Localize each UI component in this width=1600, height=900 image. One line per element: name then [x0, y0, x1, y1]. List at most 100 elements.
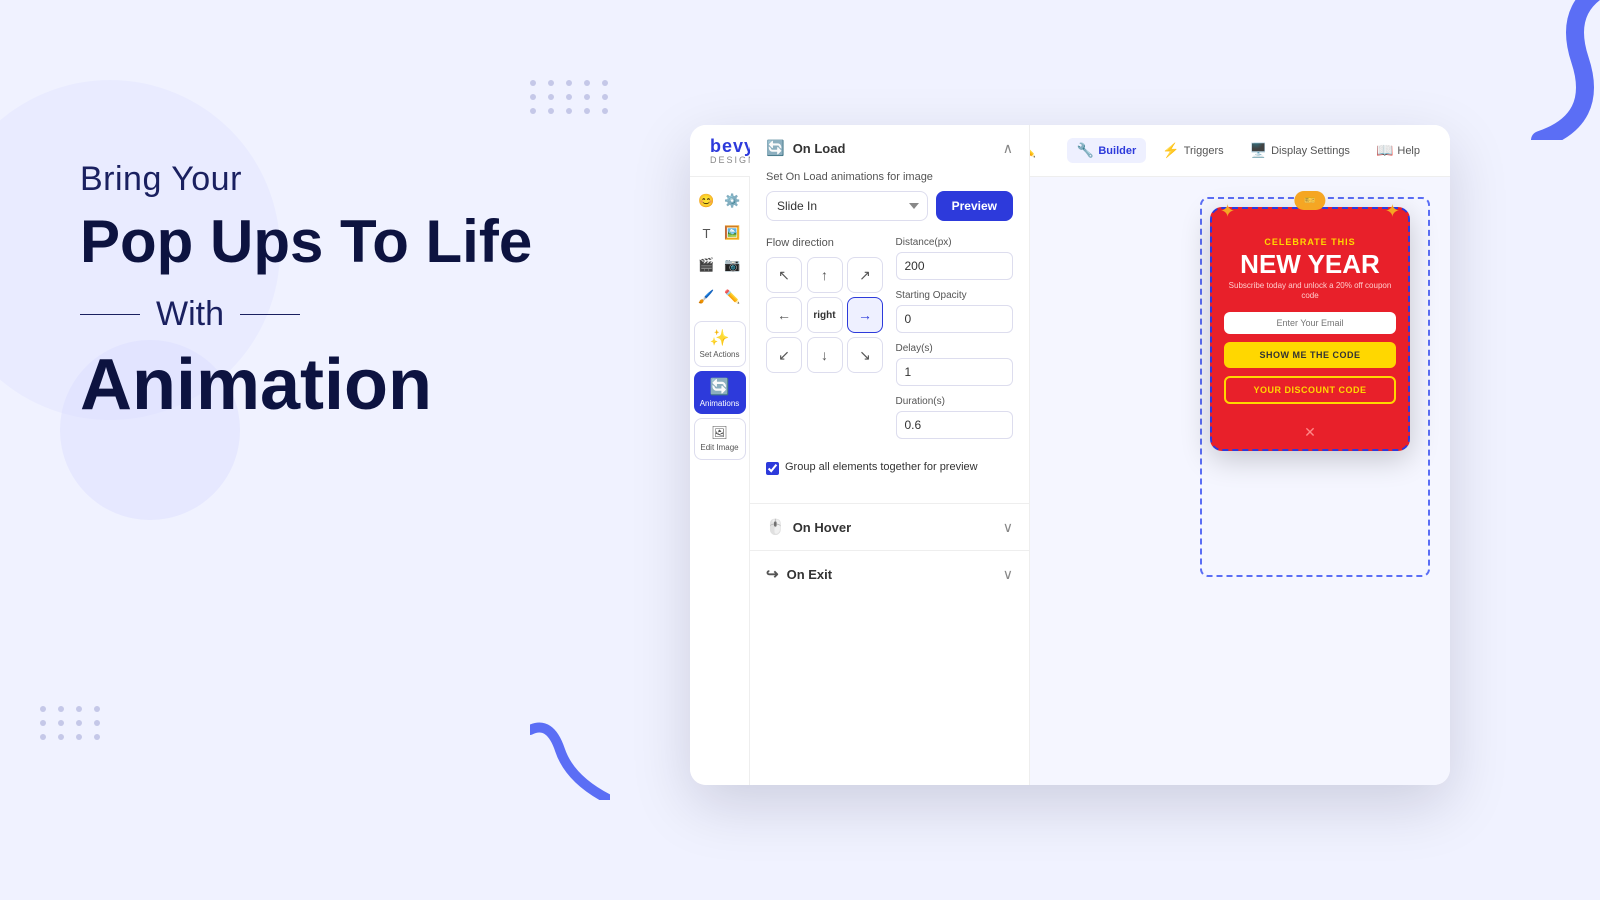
- duration-label: Duration(s): [896, 396, 1014, 407]
- duration-group: Duration(s): [896, 396, 1014, 439]
- on-load-header[interactable]: 🔄 On Load ∧: [750, 125, 1029, 171]
- with-line: With: [80, 295, 640, 334]
- builder-label: Builder: [1098, 145, 1136, 157]
- main-title: Pop Ups To Life: [80, 209, 640, 275]
- starting-opacity-group: Starting Opacity: [896, 290, 1014, 333]
- display-settings-button[interactable]: 🖥️ Display Settings: [1240, 138, 1360, 163]
- subscribe-text: Subscribe today and unlock a 20% off cou…: [1224, 281, 1396, 302]
- on-hover-title: On Hover: [793, 520, 852, 535]
- dir-bottom-button[interactable]: ↓: [807, 337, 843, 373]
- on-exit-chevron-down-icon: ∨: [1003, 566, 1013, 583]
- duration-input[interactable]: [896, 411, 1014, 439]
- smile-icon[interactable]: 😊: [695, 189, 719, 213]
- on-exit-section[interactable]: ↪ On Exit ∨: [750, 550, 1029, 597]
- edit-image-button[interactable]: 🖼 Edit Image: [694, 418, 746, 460]
- discount-button[interactable]: YOUR DISCOUNT CODE: [1224, 376, 1396, 404]
- cta-button[interactable]: SHOW ME THE CODE: [1224, 342, 1396, 368]
- dir-top-right-button[interactable]: ↗: [847, 257, 883, 293]
- help-label: Help: [1397, 145, 1420, 157]
- animations-button[interactable]: 🔄 Animations: [694, 371, 746, 415]
- badge-ticket-icon: 🎫: [1304, 195, 1315, 206]
- on-load-chevron-up-icon: ∧: [1003, 140, 1013, 157]
- starting-opacity-input[interactable]: [896, 305, 1014, 333]
- popup-badge: 🎫: [1294, 191, 1325, 210]
- display-settings-label: Display Settings: [1271, 145, 1350, 157]
- direction-grid: ↖ ↑ ↗ ← right → ↙ ↓ ↘: [766, 257, 884, 373]
- sidebar-icons: 😊 ⚙️ T 🖼️ 🎬 📷 🖌️ ✏️ ✨ Set Actions: [690, 177, 750, 785]
- delay-label: Delay(s): [896, 343, 1014, 354]
- dots-top: [530, 80, 612, 114]
- display-settings-icon: 🖥️: [1250, 142, 1267, 159]
- on-load-body: Set On Load animations for image Slide I…: [750, 171, 1029, 503]
- gallery-icon[interactable]: 📷: [721, 253, 745, 277]
- left-line: [80, 314, 140, 315]
- bg-curl-bottom-left: [530, 720, 610, 800]
- dir-left-button[interactable]: ←: [766, 297, 802, 333]
- subtitle: Bring Your: [80, 160, 640, 199]
- video-icon[interactable]: 🎬: [695, 253, 719, 277]
- dir-top-left-button[interactable]: ↖: [766, 257, 802, 293]
- popup-content: CELEBRATE THIS NEW YEAR Subscribe today …: [1212, 209, 1408, 416]
- dots-bottom: [40, 706, 104, 740]
- group-elements-checkbox[interactable]: [766, 462, 779, 475]
- icon-group-1: 😊 ⚙️: [695, 189, 745, 213]
- dir-center-button[interactable]: right: [807, 297, 843, 333]
- dir-bottom-left-button[interactable]: ↙: [766, 337, 802, 373]
- star-left-icon: ✦: [1220, 201, 1235, 222]
- direction-distance-row: Flow direction ↖ ↑ ↗ ← right → ↙: [766, 237, 1013, 449]
- with-text: With: [156, 295, 224, 334]
- set-label: Set On Load animations for image: [766, 171, 1013, 183]
- on-hover-chevron-down-icon: ∨: [1003, 519, 1013, 536]
- on-hover-icon: 🖱️: [766, 518, 785, 536]
- animations-icon: 🔄: [698, 377, 742, 397]
- app-window: bevy design ‹ Basic Holidays Lead Genera…: [690, 125, 1450, 785]
- celebrate-text: CELEBRATE THIS: [1224, 237, 1396, 247]
- on-hover-title-area: 🖱️ On Hover: [766, 518, 851, 536]
- popup-close-button[interactable]: ✕: [1212, 416, 1408, 449]
- edit-image-label: Edit Image: [699, 443, 741, 453]
- set-actions-icon: ✨: [699, 328, 741, 348]
- builder-button[interactable]: 🔧 Builder: [1067, 138, 1146, 163]
- animations-label: Animations: [698, 399, 742, 409]
- settings-icon[interactable]: ⚙️: [721, 189, 745, 213]
- on-load-title-area: 🔄 On Load: [766, 139, 845, 157]
- text-icon[interactable]: T: [695, 221, 719, 245]
- starting-opacity-label: Starting Opacity: [896, 290, 1014, 301]
- set-actions-button[interactable]: ✨ Set Actions: [694, 321, 746, 367]
- preview-animation-button[interactable]: Preview: [936, 191, 1013, 221]
- group-elements-checkbox-row: Group all elements together for preview: [766, 461, 1013, 475]
- popup-card: 🎫 ✦ ✦ CELEBRATE THIS NEW YEAR Subscribe …: [1210, 207, 1410, 451]
- star-right-icon: ✦: [1385, 201, 1400, 222]
- help-icon: 📖: [1376, 142, 1393, 159]
- brush-icon[interactable]: 🖌️: [695, 285, 719, 309]
- dir-right-button[interactable]: →: [847, 297, 883, 333]
- image-icon[interactable]: 🖼️: [721, 221, 745, 245]
- help-button[interactable]: 📖 Help: [1366, 138, 1430, 163]
- on-exit-title-area: ↪ On Exit: [766, 565, 832, 583]
- animation-type-select[interactable]: Slide In: [766, 191, 928, 221]
- distance-input[interactable]: [896, 252, 1014, 280]
- distance-label: Distance(px): [896, 237, 1014, 248]
- direction-col: Flow direction ↖ ↑ ↗ ← right → ↙: [766, 237, 884, 449]
- animation-title: Animation: [80, 344, 640, 426]
- edit-icon[interactable]: ✏️: [721, 285, 745, 309]
- app-body: 😊 ⚙️ T 🖼️ 🎬 📷 🖌️ ✏️ ✨ Set Actions: [690, 177, 1450, 785]
- dir-top-button[interactable]: ↑: [807, 257, 843, 293]
- triggers-label: Triggers: [1184, 145, 1224, 157]
- delay-input[interactable]: [896, 358, 1014, 386]
- left-content: Bring Your Pop Ups To Life With Animatio…: [80, 160, 640, 426]
- delay-group: Delay(s): [896, 343, 1014, 386]
- set-actions-label: Set Actions: [699, 350, 741, 360]
- email-input[interactable]: [1224, 312, 1396, 334]
- header-actions: 🔧 Builder ⚡ Triggers 🖥️ Display Settings…: [1067, 138, 1430, 163]
- fields-col: Distance(px) Starting Opacity Delay(s): [896, 237, 1014, 449]
- icon-group-3: 🎬 📷: [695, 253, 745, 277]
- action-btns: ✨ Set Actions 🔄 Animations 🖼 Edit Image: [694, 321, 746, 460]
- builder-icon: 🔧: [1077, 142, 1094, 159]
- triggers-button[interactable]: ⚡ Triggers: [1152, 138, 1233, 163]
- dir-bottom-right-button[interactable]: ↘: [847, 337, 883, 373]
- on-exit-icon: ↪: [766, 565, 779, 583]
- on-hover-section[interactable]: 🖱️ On Hover ∨: [750, 503, 1029, 550]
- distance-group: Distance(px): [896, 237, 1014, 280]
- on-exit-title: On Exit: [787, 567, 833, 582]
